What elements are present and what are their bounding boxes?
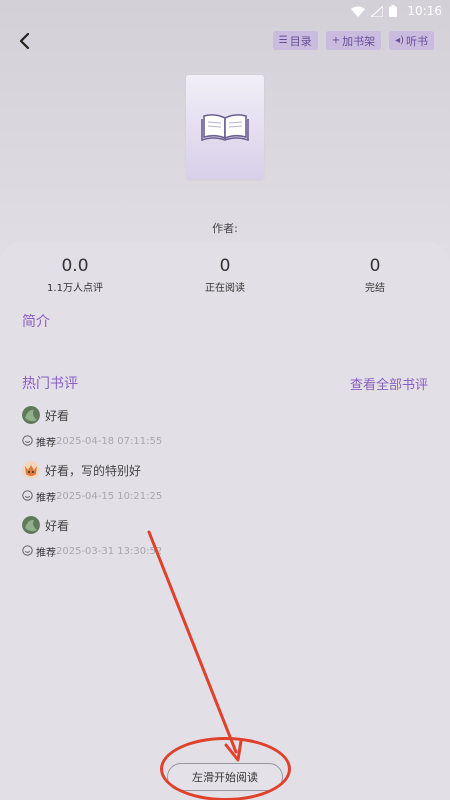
annotation-arrow <box>147 530 243 762</box>
